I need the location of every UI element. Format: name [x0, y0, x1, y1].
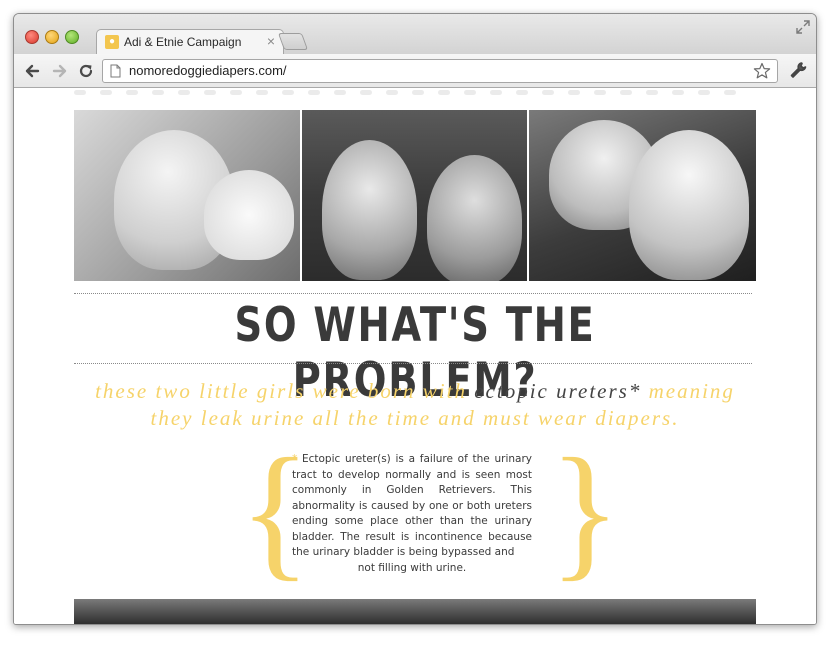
- dog-diaper-shape: [204, 170, 294, 260]
- tab-title: Adi & Etnie Campaign: [124, 35, 242, 49]
- back-arrow-icon[interactable]: [23, 62, 41, 80]
- dog-photo-strip: [74, 110, 756, 281]
- tagline-part-1: these two little girls were born with: [95, 379, 467, 403]
- bone-icon: [620, 90, 632, 95]
- bone-icon: [438, 90, 450, 95]
- bone-icon: [594, 90, 606, 95]
- bone-icon: [646, 90, 658, 95]
- divider-bottom: [74, 363, 752, 364]
- bone-icon: [672, 90, 684, 95]
- divider-top: [74, 293, 752, 294]
- dog-silhouette: [322, 140, 417, 280]
- bone-icon: [178, 90, 190, 95]
- bone-icon: [74, 90, 86, 95]
- dog-silhouette: [629, 130, 749, 280]
- tagline: these two little girls were born with ec…: [74, 378, 756, 432]
- bone-icon: [100, 90, 112, 95]
- definition-body: Ectopic ureter(s) is a failure of the ur…: [292, 453, 532, 558]
- bone-icon: [542, 90, 554, 95]
- new-tab-button[interactable]: [277, 33, 309, 50]
- bone-icon: [282, 90, 294, 95]
- address-bar[interactable]: nomoredoggiediapers.com/: [102, 59, 778, 83]
- paw-icon: ●: [105, 35, 119, 49]
- bone-icon: [126, 90, 138, 95]
- dog-silhouette: [427, 155, 522, 281]
- bone-icon: [334, 90, 346, 95]
- close-window-button[interactable]: [25, 30, 39, 44]
- reload-icon[interactable]: [77, 62, 95, 80]
- browser-window: ● Adi & Etnie Campaign × nomoredoggiedia…: [13, 13, 817, 625]
- tagline-emphasis: ectopic ureters*: [474, 379, 642, 403]
- bone-icon: [724, 90, 736, 95]
- photo-dogs-lying-down: [529, 110, 756, 281]
- url-text[interactable]: nomoredoggiediapers.com/: [129, 63, 287, 78]
- definition-asterisk: *: [292, 453, 298, 465]
- photo-two-dogs-with-hats: [302, 110, 527, 281]
- bone-icon: [386, 90, 398, 95]
- bone-icon: [152, 90, 164, 95]
- bone-icon: [490, 90, 502, 95]
- bone-icon: [308, 90, 320, 95]
- bone-icon: [698, 90, 710, 95]
- definition-last-line: not filling with urine.: [357, 561, 467, 574]
- forest-photo-banner: [74, 599, 756, 624]
- bone-icon: [412, 90, 424, 95]
- star-icon[interactable]: [753, 62, 771, 80]
- bone-icon: [464, 90, 476, 95]
- bone-icon: [230, 90, 242, 95]
- bone-icon: [360, 90, 372, 95]
- bone-icon: [516, 90, 528, 95]
- wrench-icon[interactable]: [789, 61, 807, 79]
- definition-text: * Ectopic ureter(s) is a failure of the …: [292, 452, 532, 576]
- tab-adi-etnie-campaign[interactable]: ● Adi & Etnie Campaign ×: [96, 29, 284, 55]
- bone-icon: [256, 90, 268, 95]
- maximize-window-button[interactable]: [65, 30, 79, 44]
- page-viewport: SO WHAT'S THE PROBLEM? these two little …: [14, 88, 816, 624]
- browser-toolbar: nomoredoggiediapers.com/: [14, 54, 816, 88]
- tab-close-icon[interactable]: ×: [267, 33, 275, 49]
- photo-dog-in-diaper: [74, 110, 300, 281]
- minimize-window-button[interactable]: [45, 30, 59, 44]
- bone-pattern-border: [74, 90, 756, 98]
- forward-arrow-icon[interactable]: [51, 62, 69, 80]
- bone-icon: [204, 90, 216, 95]
- fullscreen-icon[interactable]: [796, 20, 810, 34]
- title-bar: ● Adi & Etnie Campaign ×: [14, 14, 816, 55]
- bone-icon: [568, 90, 580, 95]
- page-icon: [110, 64, 121, 78]
- right-brace: }: [549, 428, 621, 594]
